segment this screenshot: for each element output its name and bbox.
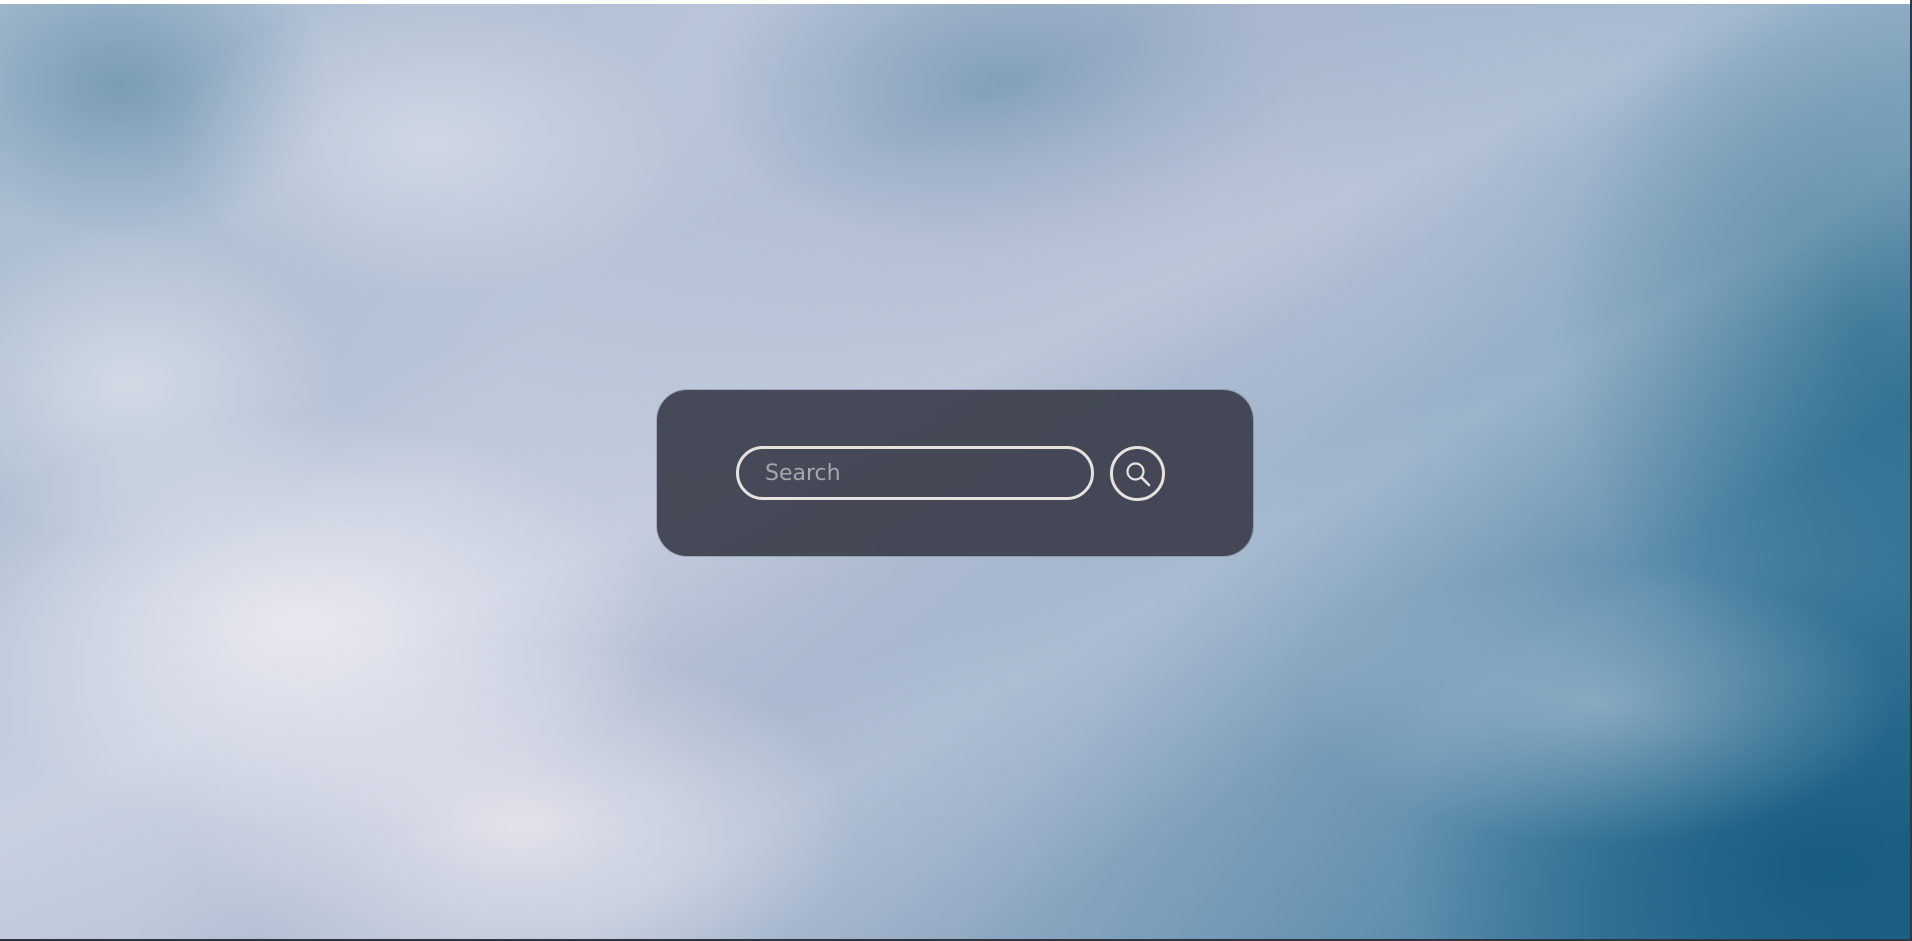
search-panel <box>657 390 1253 556</box>
search-icon <box>1125 461 1150 486</box>
search-button[interactable] <box>1110 446 1165 501</box>
sky-background <box>0 4 1910 941</box>
search-input[interactable] <box>736 446 1094 500</box>
